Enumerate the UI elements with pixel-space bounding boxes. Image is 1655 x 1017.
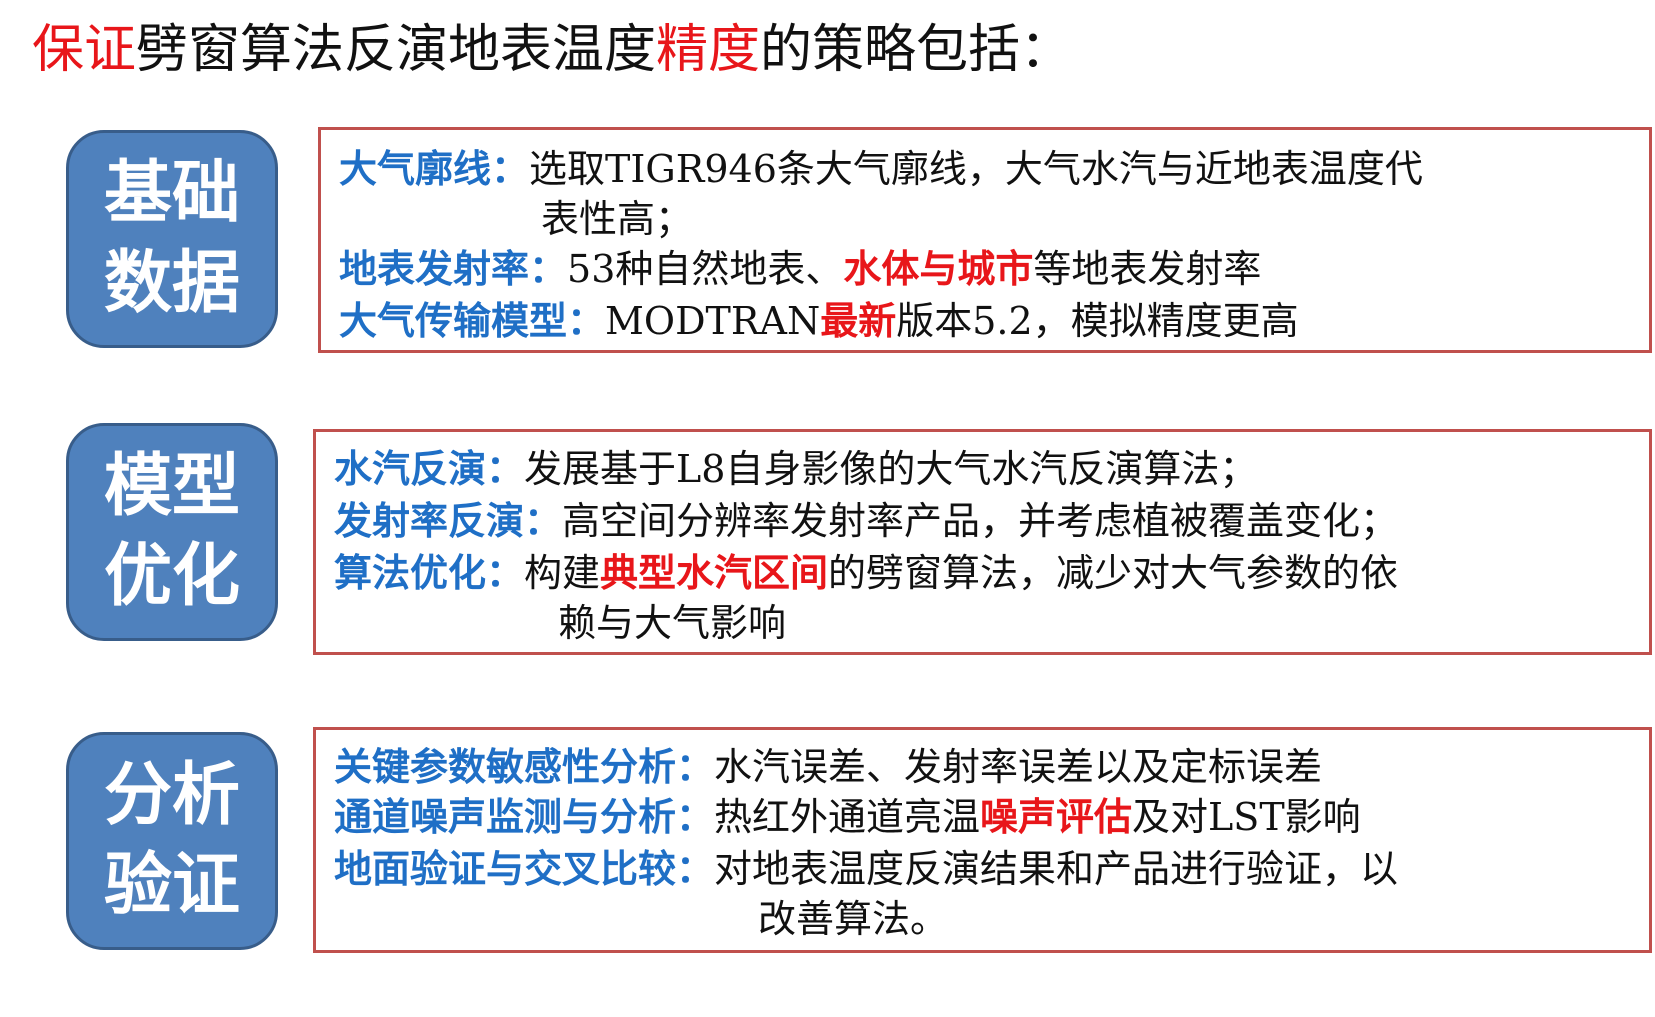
badge-model-optimization: 模型 优化 — [66, 423, 278, 641]
content-box-model-optimization: 水汽反演：发展基于L8自身影像的大气水汽反演算法； 发射率反演：高空间分辨率发射… — [313, 429, 1652, 655]
title-highlight-accuracy: 精度 — [656, 20, 761, 80]
item-water-vapor-retrieval: 水汽反演：发展基于L8自身影像的大气水汽反演算法； — [334, 444, 1257, 494]
item-continuation: 赖与大气影响 — [558, 598, 786, 648]
item-surface-emissivity: 地表发射率：53种自然地表、水体与城市等地表发射率 — [339, 244, 1261, 294]
item-text: 水汽误差、发射率误差以及定标误差 — [714, 745, 1323, 789]
item-algorithm-optimization: 算法优化：构建典型水汽区间的劈窗算法，减少对大气参数的依 — [334, 548, 1398, 598]
content-box-basic-data: 大气廓线：选取TIGR946条大气廓线，大气水汽与近地表温度代 表性高； 地表发… — [318, 127, 1652, 353]
item-label: 地表发射率： — [339, 247, 568, 291]
title-highlight-ensure: 保证 — [32, 20, 137, 80]
page-title: 保证劈窗算法反演地表温度精度的策略包括： — [32, 14, 1072, 86]
item-text-pre: 53种自然地表、 — [567, 247, 844, 291]
title-text-end: 的策略包括： — [760, 20, 1073, 80]
item-label: 水汽反演： — [334, 447, 525, 491]
item-text-cont: 表性高； — [541, 197, 694, 241]
item-label: 发射率反演： — [334, 499, 563, 543]
item-sensitivity-analysis: 关键参数敏感性分析：水汽误差、发射率误差以及定标误差 — [334, 742, 1322, 792]
item-text-post: 等地表发射率 — [1033, 247, 1262, 291]
item-highlight: 典型水汽区间 — [600, 551, 829, 595]
badge-analysis-validation: 分析 验证 — [66, 732, 278, 950]
item-continuation: 改善算法。 — [758, 894, 948, 944]
item-text-pre: 热红外通道亮温 — [714, 795, 981, 839]
item-text-pre: MODTRAN — [605, 299, 821, 343]
item-atmospheric-profile: 大气廓线：选取TIGR946条大气廓线，大气水汽与近地表温度代 — [339, 144, 1423, 194]
item-text-post: 的劈窗算法，减少对大气参数的依 — [828, 551, 1399, 595]
item-label: 大气传输模型： — [339, 299, 606, 343]
badge-line-2: 优化 — [103, 537, 240, 616]
item-text-cont: 改善算法。 — [758, 897, 949, 941]
item-text: 高空间分辨率发射率产品，并考虑植被覆盖变化； — [562, 499, 1399, 543]
badge-basic-data: 基础 数据 — [66, 130, 278, 348]
item-ground-validation: 地面验证与交叉比较：对地表温度反演结果和产品进行验证，以 — [334, 844, 1398, 894]
item-text: 选取TIGR946条大气廓线，大气水汽与近地表温度代 — [529, 147, 1423, 191]
item-text-cont: 赖与大气影响 — [558, 601, 787, 645]
item-channel-noise: 通道噪声监测与分析：热红外通道亮温噪声评估及对LST影响 — [334, 792, 1361, 842]
item-label: 算法优化： — [334, 551, 525, 595]
title-text-main: 劈窗算法反演地表温度 — [136, 20, 657, 80]
item-text: 发展基于L8自身影像的大气水汽反演算法； — [524, 447, 1258, 491]
item-label: 大气廓线： — [339, 147, 530, 191]
item-text: 对地表温度反演结果和产品进行验证，以 — [714, 847, 1399, 891]
item-highlight: 水体与城市 — [843, 247, 1034, 291]
content-box-analysis-validation: 关键参数敏感性分析：水汽误差、发射率误差以及定标误差 通道噪声监测与分析：热红外… — [313, 727, 1652, 953]
item-emissivity-retrieval: 发射率反演：高空间分辨率发射率产品，并考虑植被覆盖变化； — [334, 496, 1398, 546]
item-text-post: 版本5.2，模拟精度更高 — [896, 299, 1299, 343]
item-text-pre: 构建 — [524, 551, 601, 595]
item-label: 通道噪声监测与分析： — [334, 795, 715, 839]
badge-line-1: 分析 — [103, 756, 240, 835]
badge-line-1: 模型 — [103, 447, 240, 526]
item-radiative-transfer-model: 大气传输模型：MODTRAN最新版本5.2，模拟精度更高 — [339, 296, 1299, 346]
item-text-post: 及对LST影响 — [1132, 795, 1361, 839]
item-highlight: 最新 — [820, 299, 897, 343]
badge-line-2: 数据 — [103, 244, 240, 323]
badge-line-1: 基础 — [103, 154, 240, 233]
badge-line-2: 验证 — [103, 846, 240, 925]
item-highlight: 噪声评估 — [980, 795, 1133, 839]
item-label: 关键参数敏感性分析： — [334, 745, 715, 789]
item-label: 地面验证与交叉比较： — [334, 847, 715, 891]
item-continuation: 表性高； — [541, 194, 693, 244]
